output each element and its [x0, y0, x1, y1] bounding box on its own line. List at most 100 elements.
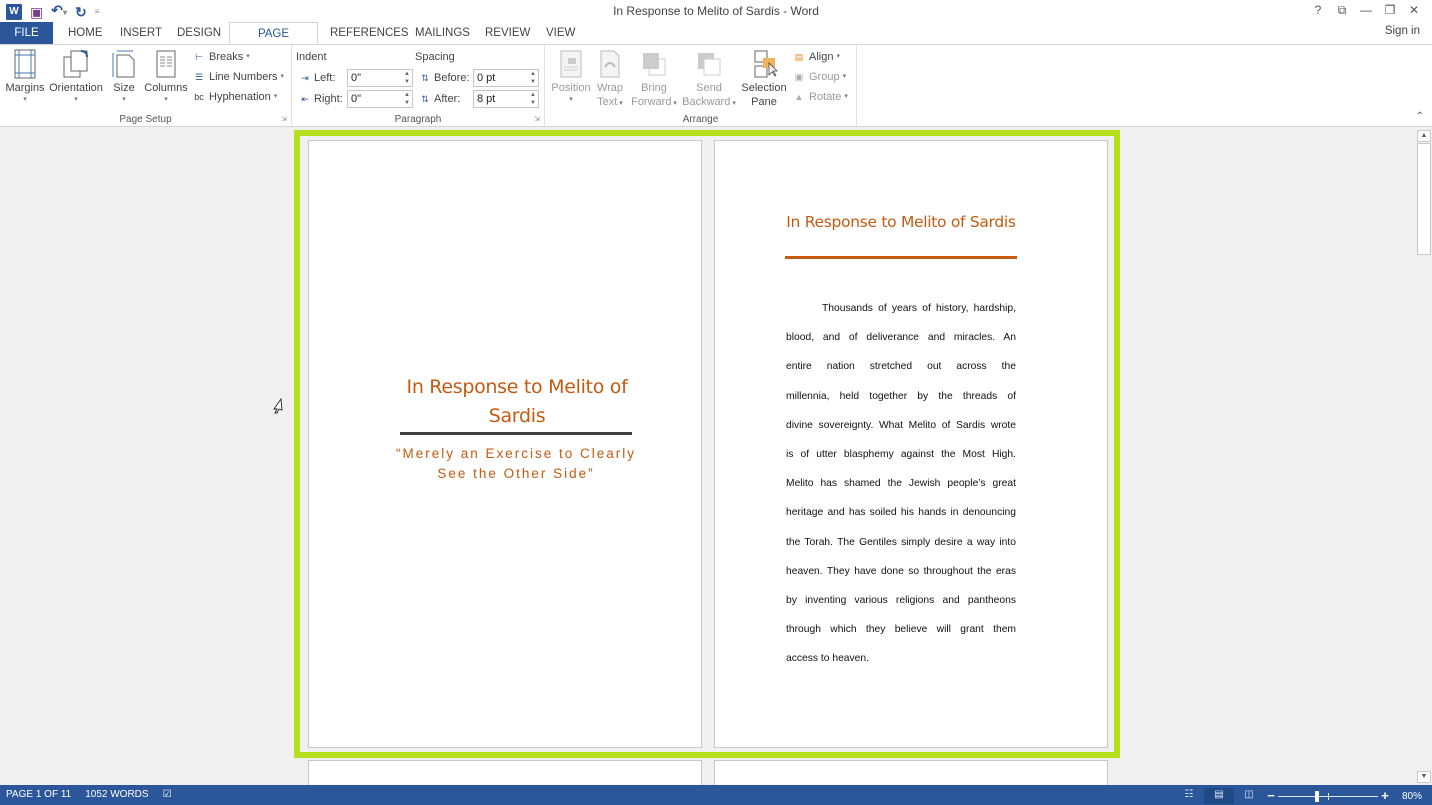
selection-pane-button[interactable]: Selection Pane: [739, 49, 789, 109]
body-line: heaven. They have done so throughout the…: [786, 565, 1016, 577]
zoom-slider[interactable]: [1277, 789, 1378, 803]
columns-button[interactable]: Columns ▾: [143, 49, 189, 105]
scroll-down-icon[interactable]: ▼: [1417, 771, 1431, 783]
word-count[interactable]: 1052 WORDS: [85, 789, 148, 800]
tab-insert[interactable]: INSERT: [112, 22, 170, 44]
indent-left-icon: ⇥: [301, 73, 309, 83]
rotate-button[interactable]: ▲ Rotate ▾: [792, 89, 848, 105]
body-line: Thousands of years of history, hardship,: [822, 303, 1016, 314]
page-3-preview[interactable]: [308, 760, 702, 785]
columns-icon: [151, 49, 181, 79]
margins-button[interactable]: Margins ▾: [4, 49, 46, 105]
body-line: by inventing various religions and panth…: [786, 594, 1016, 606]
bring-forward-button[interactable]: Bring Forward ▾: [629, 49, 679, 109]
page-4-preview[interactable]: [714, 760, 1108, 785]
cover-title: In Response to Melito of Sardis: [406, 376, 628, 427]
scroll-thumb[interactable]: [1417, 143, 1431, 255]
send-backward-button[interactable]: Send Backward ▾: [681, 49, 737, 109]
line-numbers-icon: ☰: [194, 72, 204, 82]
wrap-text-button[interactable]: Wrap Text ▾: [595, 49, 625, 109]
orientation-button[interactable]: Orientation ▾: [47, 49, 105, 105]
indent-right-spinner[interactable]: ▲ ▼: [404, 91, 410, 107]
group-button[interactable]: ▣ Group ▾: [792, 69, 846, 85]
vertical-scrollbar[interactable]: ▲ ▼: [1416, 128, 1432, 785]
minimize-icon[interactable]: —: [1354, 1, 1378, 19]
line-numbers-button[interactable]: ☰ Line Numbers ▾: [192, 69, 284, 85]
align-button[interactable]: ▤ Align ▾: [792, 49, 840, 65]
tab-references[interactable]: REFERENCES: [322, 22, 417, 44]
spacing-label: Spacing: [415, 51, 455, 63]
body-line: heritage and has soiled his hands in den…: [786, 507, 1016, 519]
body-line: blood, and of deliverance and miracles. …: [786, 332, 1016, 344]
position-button[interactable]: Position ▾: [549, 49, 593, 105]
close-icon[interactable]: ✕: [1402, 1, 1426, 19]
zoom-slider-thumb[interactable]: [1314, 791, 1319, 802]
body-line: access to heaven.: [786, 653, 869, 665]
scroll-up-icon[interactable]: ▲: [1417, 130, 1431, 142]
indent-left-input[interactable]: 0" ▲ ▼: [347, 69, 413, 87]
spacing-before-spinner[interactable]: ▲ ▼: [530, 70, 536, 86]
spacing-after-icon: ⇅: [421, 94, 429, 104]
size-button[interactable]: Size ▾: [109, 49, 139, 105]
page-setup-dialog-launcher-icon[interactable]: ⇲: [281, 115, 287, 123]
breaks-button[interactable]: ⊢ Breaks ▾: [192, 49, 250, 65]
position-icon: [556, 49, 586, 79]
read-mode-icon[interactable]: ☷: [1174, 788, 1204, 804]
spacing-after-label: After:: [434, 93, 461, 105]
title-bar: W ▣ ↶▾ ↻ ≡ In Response to Melito of Sard…: [0, 0, 1432, 22]
ribbon-display-options-icon[interactable]: ⧉: [1330, 1, 1354, 19]
group-icon: ▣: [794, 72, 804, 82]
tab-design[interactable]: DESIGN: [169, 22, 229, 44]
zoom-out-icon[interactable]: −: [1264, 789, 1278, 803]
page-count[interactable]: PAGE 1 OF 11: [6, 789, 71, 800]
tab-page-layout[interactable]: PAGE LAYOUT: [229, 22, 318, 62]
window-title: In Response to Melito of Sardis - Word: [613, 4, 819, 18]
body-line: divine sovereignty. What Melito of Sardi…: [786, 419, 1016, 431]
indent-right-input[interactable]: 0" ▲ ▼: [347, 90, 413, 108]
restore-icon[interactable]: ❐: [1378, 1, 1402, 19]
arrange-label: Arrange: [682, 114, 719, 125]
ribbon: Margins ▾ Orientation ▾ Size ▾ Columns ▾ ⊢ Br…: [0, 44, 1432, 127]
spacing-before-label: Before:: [434, 72, 470, 84]
page-cover[interactable]: In Response to Melito of Sardis “Merely …: [308, 140, 702, 748]
tab-mailings[interactable]: MAILINGS: [407, 22, 478, 44]
spacing-after-spinner[interactable]: ▲ ▼: [530, 91, 536, 107]
indent-label: Indent: [296, 51, 327, 63]
spacing-after-input[interactable]: 8 pt ▲ ▼: [473, 90, 539, 108]
selection-pane-icon: [749, 49, 779, 79]
page-content[interactable]: In Response to Melito of Sardis Thousand…: [714, 140, 1108, 748]
indent-left-label: Left:: [314, 72, 336, 84]
body-paragraph: Thousands of years of history, hardship,…: [786, 294, 1016, 673]
body-line: through which they believe will grant th…: [786, 624, 1016, 636]
page-heading: In Response to Melito of Sardis: [786, 213, 1016, 231]
collapse-ribbon-icon[interactable]: ⌃: [1416, 111, 1424, 122]
tab-home[interactable]: HOME: [60, 22, 111, 44]
tab-review[interactable]: REVIEW: [477, 22, 538, 44]
tab-view[interactable]: VIEW: [538, 22, 583, 44]
sign-in-link[interactable]: Sign in: [1385, 25, 1420, 37]
tab-file[interactable]: FILE: [0, 22, 53, 44]
spacing-before-input[interactable]: 0 pt ▲ ▼: [473, 69, 539, 87]
print-layout-icon[interactable]: ▤: [1203, 788, 1234, 804]
proofing-icon[interactable]: ☑: [163, 789, 172, 800]
body-line: is of utter blasphemy against the Most H…: [786, 448, 1016, 460]
orientation-icon: [61, 49, 91, 79]
body-line: entire nation stretched out across the: [786, 361, 1016, 373]
paragraph-dialog-launcher-icon[interactable]: ⇲: [534, 115, 540, 123]
arrange-group: Position ▾ Wrap Text ▾ Bring Forward ▾ Send…: [545, 45, 857, 127]
ribbon-tabs: FILE HOME INSERT DESIGN PAGE LAYOUT REFE…: [0, 22, 1432, 62]
zoom-level[interactable]: 80%: [1402, 791, 1422, 802]
breaks-icon: ⊢: [195, 52, 203, 62]
body-line: Melito has shamed the Jewish people’s gr…: [786, 478, 1016, 490]
indent-left-spinner[interactable]: ▲ ▼: [404, 70, 410, 86]
page-setup-group: Margins ▾ Orientation ▾ Size ▾ Columns ▾ ⊢ Br…: [0, 45, 292, 127]
hyphenation-button[interactable]: bc Hyphenation ▾: [192, 89, 277, 105]
indent-right-icon: ⇤: [301, 94, 309, 104]
help-icon[interactable]: ?: [1306, 1, 1330, 19]
hyphenation-icon: bc: [194, 92, 204, 102]
web-layout-icon[interactable]: ◫: [1234, 788, 1264, 804]
align-icon: ▤: [794, 52, 804, 62]
body-line: millennia, held together by the threads …: [786, 390, 1016, 402]
zoom-in-icon[interactable]: +: [1378, 789, 1392, 803]
margins-icon: [10, 49, 40, 79]
